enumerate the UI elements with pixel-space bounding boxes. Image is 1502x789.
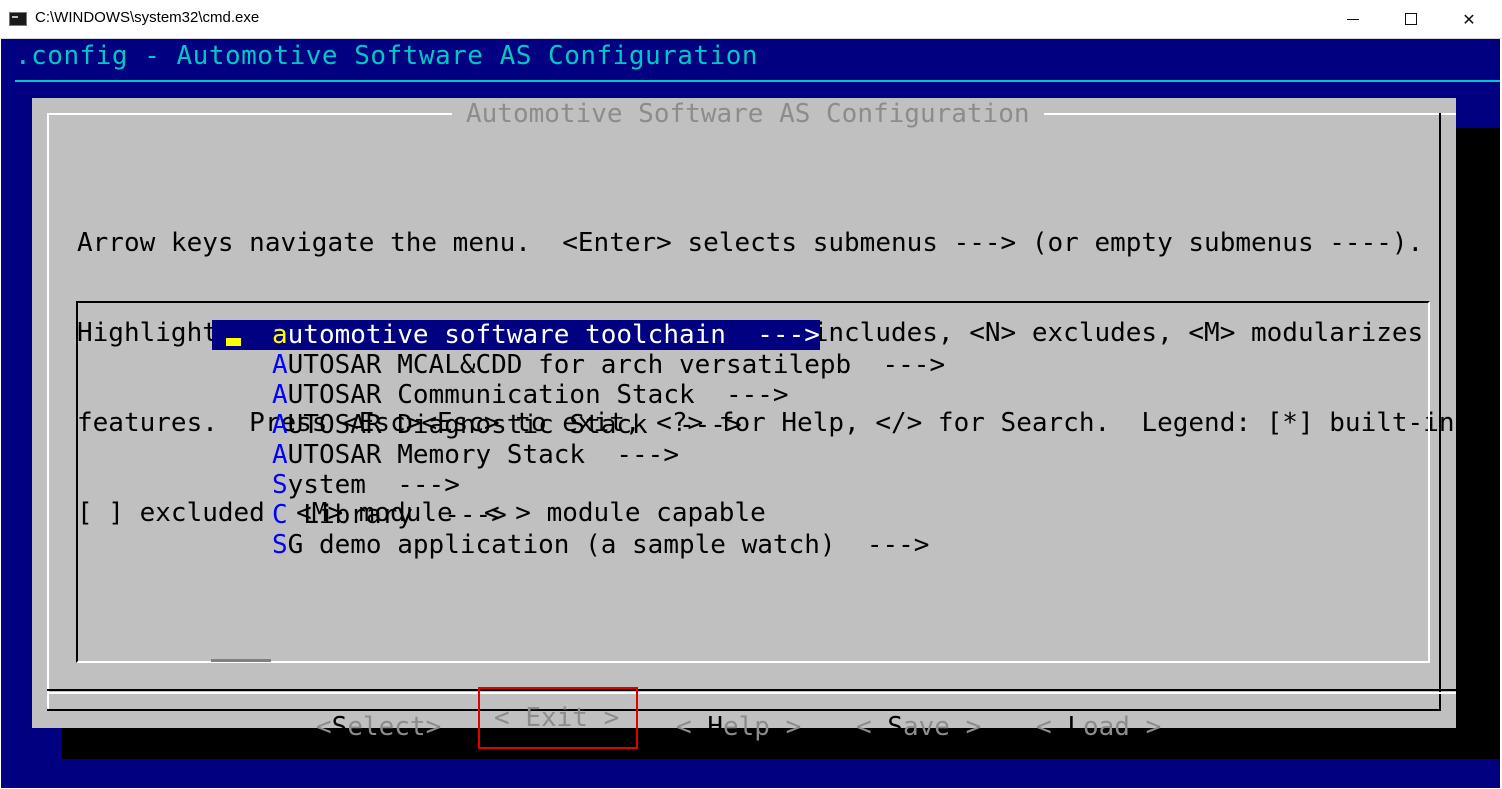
menu-hotkey: A xyxy=(272,440,288,470)
button-separator xyxy=(47,689,1456,691)
menu-item-autosar-memory-stack[interactable]: AUTOSAR Memory Stack ---> xyxy=(272,440,679,470)
button-label: ave > xyxy=(902,712,982,742)
dialog-shadow-right xyxy=(1456,128,1500,759)
dialog-title: Automotive Software AS Configuration xyxy=(452,99,1044,129)
menu-item-sg-demo-application[interactable]: SG demo application (a sample watch) ---… xyxy=(272,530,929,560)
menu-item-autosar-communication-stack[interactable]: AUTOSAR Communication Stack ---> xyxy=(272,380,789,410)
button-hotkey: S xyxy=(331,712,348,742)
menu-hotkey: A xyxy=(272,380,288,410)
button-bracket: < xyxy=(1036,712,1068,742)
button-label: oad > xyxy=(1082,712,1162,742)
minimize-button[interactable] xyxy=(1330,0,1376,38)
button-hotkey: S xyxy=(887,712,903,742)
menu-item-label: UTOSAR Diagnostic Stack ---> xyxy=(287,410,742,440)
button-hotkey: E xyxy=(525,703,541,733)
menu-item-label: UTOSAR MCAL&CDD for arch versatilepb ---… xyxy=(287,350,946,380)
help-button[interactable]: < Help > xyxy=(676,707,801,747)
menu-item-system[interactable]: System ---> xyxy=(272,470,460,500)
header-rule xyxy=(15,80,1500,82)
menu-item-label: UTOSAR Communication Stack ---> xyxy=(287,380,789,410)
button-separator-highlight xyxy=(47,692,1456,694)
help-line: Arrow keys navigate the menu. <Enter> se… xyxy=(77,228,1424,258)
select-button[interactable]: <Select> xyxy=(316,707,441,747)
menu-hotkey: S xyxy=(272,530,288,560)
menu-hotkey: S xyxy=(272,470,288,500)
maximize-icon xyxy=(1405,13,1417,25)
menu-item-label: Library ---> xyxy=(287,500,507,530)
menu-item-label: utomotive software toolchain ---> xyxy=(287,320,820,350)
menu-hotkey: A xyxy=(272,410,288,440)
button-bracket: < xyxy=(856,712,888,742)
config-dialog: Automotive Software AS Configuration Arr… xyxy=(32,98,1456,749)
maximize-button[interactable] xyxy=(1388,0,1434,38)
menu-item-label: ystem ---> xyxy=(287,470,460,500)
menu-hotkey: a xyxy=(272,320,288,350)
button-label: elect> xyxy=(347,712,442,742)
cmd-app-icon xyxy=(9,12,27,26)
button-bracket: < xyxy=(676,712,708,742)
menu-hotkey: C xyxy=(272,500,288,530)
close-button[interactable]: ✕ xyxy=(1446,0,1492,38)
window-titlebar[interactable]: C:\WINDOWS\system32\cmd.exe ✕ xyxy=(0,0,1502,39)
menu-hotkey: A xyxy=(272,350,288,380)
save-button[interactable]: < Save > xyxy=(856,707,981,747)
config-header: .config - Automotive Software AS Configu… xyxy=(15,41,759,71)
close-icon: ✕ xyxy=(1462,9,1476,29)
menu-item-c-library[interactable]: C Library ---> xyxy=(272,500,507,530)
button-label: elp > xyxy=(722,712,802,742)
button-hotkey: L xyxy=(1067,712,1083,742)
menu-item-autosar-mcal-cdd[interactable]: AUTOSAR MCAL&CDD for arch versatilepb --… xyxy=(272,350,945,380)
button-label: xit > xyxy=(540,703,620,733)
cursor-block xyxy=(226,338,241,346)
scroll-indicator xyxy=(211,659,271,662)
minimize-icon xyxy=(1347,18,1359,20)
menu-box[interactable]: automotive software toolchain ---> AUTOS… xyxy=(76,301,1430,663)
menu-item-label: UTOSAR Memory Stack ---> xyxy=(287,440,679,470)
menu-item-label: G demo application (a sample watch) ---> xyxy=(287,530,930,560)
window-title: C:\WINDOWS\system32\cmd.exe xyxy=(35,9,260,26)
menu-item-automotive-software-toolchain[interactable]: automotive software toolchain ---> xyxy=(212,320,820,350)
exit-button[interactable]: < Exit > xyxy=(478,687,638,749)
button-bracket: < xyxy=(316,712,332,742)
menu-item-autosar-diagnostic-stack[interactable]: AUTOSAR Diagnostic Stack ---> xyxy=(272,410,742,440)
button-hotkey: H xyxy=(707,712,723,742)
console-area[interactable]: .config - Automotive Software AS Configu… xyxy=(1,39,1500,788)
load-button[interactable]: < Load > xyxy=(1036,707,1161,747)
button-bracket: < xyxy=(494,703,526,733)
dialog-border-left xyxy=(47,113,49,711)
